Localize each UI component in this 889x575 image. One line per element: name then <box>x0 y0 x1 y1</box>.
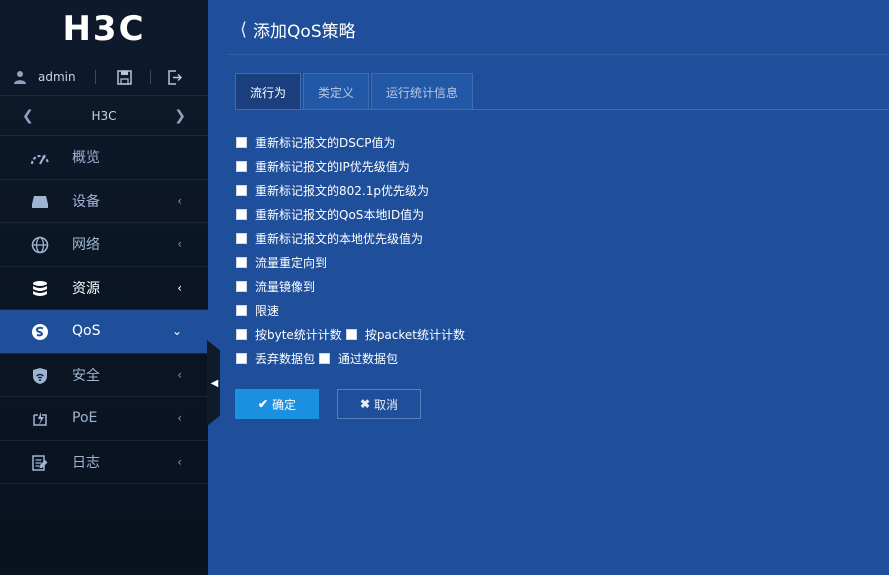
option-label: 重新标记报文的IP优先级值为 <box>255 159 410 174</box>
sidebar-item-log[interactable]: 日志 ‹ <box>0 441 208 484</box>
confirm-label: 确定 <box>272 397 297 412</box>
chevron-down-icon: ⌄ <box>171 324 182 339</box>
tab-class-definition[interactable]: 类定义 <box>303 73 370 110</box>
option-row: 流量镜像到 <box>236 274 465 298</box>
option-label: 流量重定向到 <box>255 255 328 270</box>
option-label: 流量镜像到 <box>255 279 316 294</box>
option-label: 重新标记报文的802.1p优先级为 <box>255 183 429 198</box>
sidebar-item-label: 概览 <box>72 150 100 167</box>
option-row: 重新标记报文的IP优先级值为 <box>236 154 465 178</box>
tab-run-statistics[interactable]: 运行统计信息 <box>371 73 474 110</box>
option-label: 丢弃数据包 <box>255 351 316 366</box>
redirect-checkbox[interactable] <box>236 256 247 268</box>
chevron-left-icon: ‹ <box>177 237 182 252</box>
option-row: 丢弃数据包 通过数据包 <box>236 346 465 370</box>
next-device-icon[interactable]: ❯ <box>174 108 186 124</box>
device-switcher: ❮ H3C ❯ <box>0 96 208 136</box>
log-icon <box>30 453 50 473</box>
form-actions: ✔ 确定 ✖ 取消 <box>235 389 421 419</box>
page-title: ⟨ 添加QoS策略 <box>240 17 356 42</box>
logout-icon[interactable] <box>166 69 182 85</box>
sidebar-item-label: QoS <box>72 323 101 340</box>
count-bytes-checkbox[interactable] <box>236 328 247 340</box>
option-label: 按packet统计计数 <box>364 327 465 342</box>
main-panel: ⟨ 添加QoS策略 流行为 类定义 运行统计信息 重新标记报文的DSCP值为 重… <box>208 0 889 575</box>
sidebar-item-poe[interactable]: PoE ‹ <box>0 397 208 441</box>
deny-packet-checkbox[interactable] <box>236 352 247 364</box>
option-label: 限速 <box>255 303 280 318</box>
sidebar-item-label: 安全 <box>72 367 100 384</box>
option-row: 重新标记报文的QoS本地ID值为 <box>236 202 465 226</box>
h3c-logo: H3C <box>62 9 146 49</box>
behavior-options: 重新标记报文的DSCP值为 重新标记报文的IP优先级值为 重新标记报文的802.… <box>236 130 465 370</box>
sidebar: H3C admin ❮ H3C ❯ 概览 设备 ‹ 网络 ‹ 资源 ‹ QoS … <box>0 0 208 575</box>
prev-device-icon[interactable]: ❮ <box>22 108 34 124</box>
user-bar: admin <box>0 58 208 96</box>
close-icon: ✖ <box>359 397 371 411</box>
option-label: 重新标记报文的DSCP值为 <box>255 135 396 150</box>
option-label: 重新标记报文的本地优先级值为 <box>255 231 424 246</box>
chevron-left-icon: ‹ <box>177 454 182 469</box>
page-title-text: 添加QoS策略 <box>253 22 356 42</box>
chevron-left-icon: ‹ <box>177 367 182 382</box>
nav-menu: 概览 设备 ‹ 网络 ‹ 资源 ‹ QoS ⌄ 安全 ‹ PoE ‹ 日志 ‹ <box>0 136 208 484</box>
back-icon[interactable]: ⟨ <box>240 19 247 40</box>
sidebar-item-label: PoE <box>72 410 98 427</box>
shield-icon <box>30 366 50 386</box>
gauge-icon <box>30 148 50 168</box>
qos-icon <box>30 322 50 342</box>
cancel-button[interactable]: ✖ 取消 <box>337 389 421 419</box>
divider <box>95 70 96 84</box>
username: admin <box>38 69 76 84</box>
option-row: 重新标记报文的本地优先级值为 <box>236 226 465 250</box>
option-row: 重新标记报文的DSCP值为 <box>236 130 465 154</box>
rate-limit-checkbox[interactable] <box>236 304 247 316</box>
option-row: 限速 <box>236 298 465 322</box>
remark-ip-precedence-checkbox[interactable] <box>236 160 247 172</box>
option-row: 流量重定向到 <box>236 250 465 274</box>
cancel-label: 取消 <box>374 397 399 412</box>
device-name: H3C <box>91 108 117 123</box>
tab-bar: 流行为 类定义 运行统计信息 <box>235 73 475 110</box>
sidebar-item-network[interactable]: 网络 ‹ <box>0 223 208 267</box>
option-row: 重新标记报文的802.1p优先级为 <box>236 178 465 202</box>
sidebar-item-qos[interactable]: QoS ⌄ <box>0 310 208 354</box>
sidebar-item-label: 资源 <box>72 280 100 297</box>
sidebar-item-resource[interactable]: 资源 ‹ <box>0 267 208 310</box>
mirror-checkbox[interactable] <box>236 280 247 292</box>
sidebar-item-label: 网络 <box>72 237 100 254</box>
divider <box>235 109 889 110</box>
save-icon[interactable] <box>116 69 132 85</box>
remark-qos-local-id-checkbox[interactable] <box>236 208 247 220</box>
option-label: 按byte统计计数 <box>255 327 342 342</box>
check-icon: ✔ <box>257 397 269 411</box>
chevron-left-icon: ‹ <box>177 280 182 295</box>
tab-flow-behavior[interactable]: 流行为 <box>235 73 302 110</box>
option-label: 重新标记报文的QoS本地ID值为 <box>255 207 425 222</box>
user-icon <box>12 69 28 85</box>
sidebar-item-device[interactable]: 设备 ‹ <box>0 180 208 223</box>
remark-local-precedence-checkbox[interactable] <box>236 232 247 244</box>
count-packets-checkbox[interactable] <box>345 328 357 340</box>
chevron-left-icon: ‹ <box>177 193 182 208</box>
sidebar-item-label: 日志 <box>72 454 100 471</box>
confirm-button[interactable]: ✔ 确定 <box>235 389 319 419</box>
sidebar-item-security[interactable]: 安全 ‹ <box>0 354 208 397</box>
remark-dscp-checkbox[interactable] <box>236 136 247 148</box>
remark-dot1p-checkbox[interactable] <box>236 184 247 196</box>
database-icon <box>30 279 50 299</box>
chevron-left-icon: ‹ <box>177 411 182 426</box>
globe-icon <box>30 235 50 255</box>
sidebar-item-label: 设备 <box>72 193 100 210</box>
permit-packet-checkbox[interactable] <box>319 352 331 364</box>
device-icon <box>30 192 50 212</box>
power-icon <box>30 409 50 429</box>
sidebar-item-overview[interactable]: 概览 <box>0 136 208 180</box>
option-row: 按byte统计计数 按packet统计计数 <box>236 322 465 346</box>
divider <box>228 54 889 55</box>
option-label: 通过数据包 <box>338 351 399 366</box>
divider <box>150 70 151 84</box>
